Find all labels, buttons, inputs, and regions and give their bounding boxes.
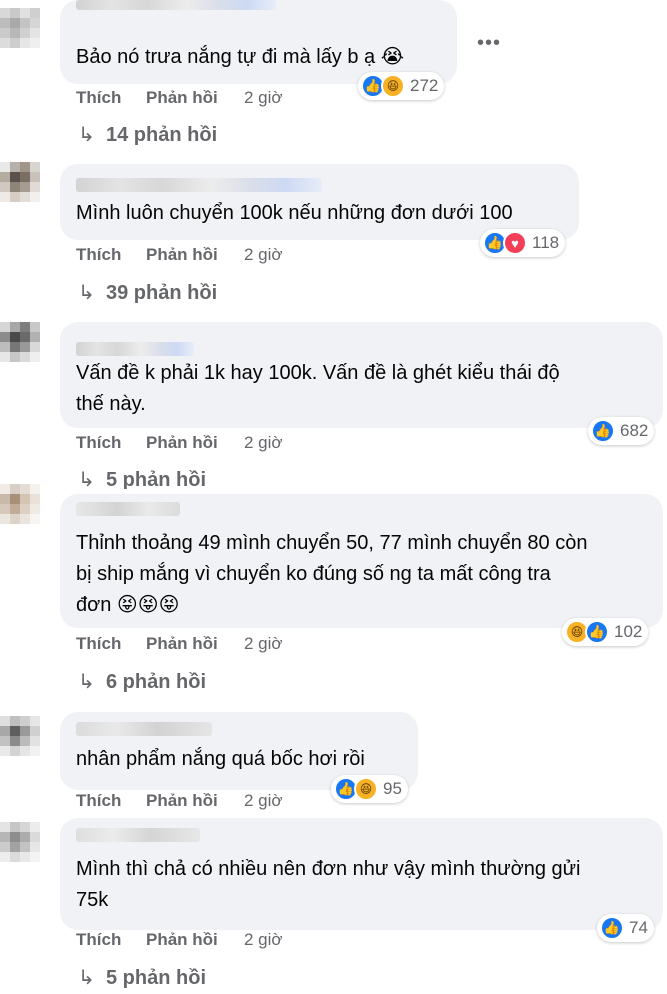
author-name-blurred[interactable] bbox=[76, 502, 180, 516]
comment-actions: Thích Phản hồi 2 giờ bbox=[76, 88, 283, 108]
comment-text: Bảo nó trưa nắng tự đi mà lấy b ạ 😭 bbox=[76, 46, 405, 68]
reaction-summary[interactable]: 👍 74 bbox=[597, 914, 654, 942]
comment-actions: Thích Phản hồi 2 giờ bbox=[76, 791, 283, 811]
more-options-icon[interactable]: ••• bbox=[477, 32, 501, 55]
author-name-blurred[interactable] bbox=[76, 722, 212, 736]
reaction-count: 682 bbox=[620, 421, 649, 440]
like-button[interactable]: Thích bbox=[76, 433, 146, 453]
reply-arrow-icon: ↳ bbox=[78, 282, 95, 304]
author-name-blurred[interactable] bbox=[76, 178, 322, 192]
timestamp[interactable]: 2 giờ bbox=[244, 634, 283, 654]
reaction-summary[interactable]: 👍 😆 95 bbox=[331, 775, 408, 803]
reply-arrow-icon: ↳ bbox=[78, 469, 95, 489]
reaction-count: 95 bbox=[383, 779, 402, 798]
reply-button[interactable]: Phản hồi bbox=[146, 791, 244, 811]
avatar[interactable] bbox=[0, 162, 40, 202]
reaction-summary[interactable]: 😆 👍 102 bbox=[562, 618, 649, 646]
view-replies-link[interactable]: ↳ 5 phản hồi bbox=[78, 467, 206, 489]
like-button[interactable]: Thích bbox=[76, 930, 146, 950]
comment-bubble: Thỉnh thoảng 49 mình chuyển 50, 77 mình … bbox=[60, 494, 663, 628]
reaction-count: 102 bbox=[614, 622, 643, 641]
like-icon: 👍 bbox=[600, 916, 624, 940]
view-replies-link[interactable]: ↳ 14 phản hồi bbox=[78, 122, 217, 147]
view-replies-link[interactable]: ↳ 5 phản hồi bbox=[78, 965, 206, 990]
comment-text: Mình thì chả có nhiều nên đơn như vậy mì… bbox=[76, 858, 581, 911]
comment-text: Vấn đề k phải 1k hay 100k. Vấn đề là ghé… bbox=[76, 362, 560, 415]
timestamp[interactable]: 2 giờ bbox=[244, 88, 283, 108]
comment-text: nhân phẩm nắng quá bốc hơi rồi bbox=[76, 748, 365, 770]
reaction-summary[interactable]: 👍 ♥ 118 bbox=[480, 229, 566, 257]
reaction-summary[interactable]: 👍 682 bbox=[588, 417, 655, 445]
comment-actions: Thích Phản hồi 2 giờ bbox=[76, 930, 283, 950]
author-name-blurred[interactable] bbox=[76, 828, 200, 842]
haha-icon: 😆 bbox=[354, 777, 378, 801]
reply-button[interactable]: Phản hồi bbox=[146, 634, 244, 654]
like-button[interactable]: Thích bbox=[76, 634, 146, 654]
avatar[interactable] bbox=[0, 8, 40, 48]
comment-bubble: Mình thì chả có nhiều nên đơn như vậy mì… bbox=[60, 818, 663, 930]
timestamp[interactable]: 2 giờ bbox=[244, 791, 283, 811]
avatar[interactable] bbox=[0, 484, 40, 524]
author-name-blurred[interactable] bbox=[76, 0, 276, 10]
like-icon: 👍 bbox=[585, 620, 609, 644]
reply-button[interactable]: Phản hồi bbox=[146, 245, 244, 265]
reaction-count: 272 bbox=[410, 76, 439, 95]
timestamp[interactable]: 2 giờ bbox=[244, 433, 283, 453]
reply-button[interactable]: Phản hồi bbox=[146, 433, 244, 453]
comment-actions: Thích Phản hồi 2 giờ bbox=[76, 245, 283, 265]
reply-arrow-icon: ↳ bbox=[78, 124, 95, 146]
reply-button[interactable]: Phản hồi bbox=[146, 930, 244, 950]
view-replies-link[interactable]: ↳ 6 phản hồi bbox=[78, 669, 206, 694]
reaction-count: 118 bbox=[532, 233, 560, 252]
comment-actions: Thích Phản hồi 2 giờ bbox=[76, 634, 283, 654]
comment-text: Mình luôn chuyển 100k nếu những đơn dưới… bbox=[76, 202, 513, 224]
timestamp[interactable]: 2 giờ bbox=[244, 930, 283, 950]
timestamp[interactable]: 2 giờ bbox=[244, 245, 283, 265]
love-icon: ♥ bbox=[503, 231, 527, 255]
comment-bubble: Vấn đề k phải 1k hay 100k. Vấn đề là ghé… bbox=[60, 322, 663, 428]
like-button[interactable]: Thích bbox=[76, 245, 146, 265]
view-replies-link[interactable]: ↳ 39 phản hồi bbox=[78, 280, 217, 305]
haha-icon: 😆 bbox=[381, 74, 405, 98]
avatar[interactable] bbox=[0, 716, 40, 756]
reply-button[interactable]: Phản hồi bbox=[146, 88, 244, 108]
avatar[interactable] bbox=[0, 822, 40, 862]
reply-arrow-icon: ↳ bbox=[78, 671, 95, 693]
author-name-blurred[interactable] bbox=[76, 342, 194, 356]
comment-text: Thỉnh thoảng 49 mình chuyển 50, 77 mình … bbox=[76, 532, 588, 616]
reaction-summary[interactable]: 👍 😆 272 bbox=[358, 72, 445, 100]
like-icon: 👍 bbox=[591, 419, 615, 443]
reaction-count: 74 bbox=[629, 918, 648, 937]
comment-actions: Thích Phản hồi 2 giờ bbox=[76, 433, 283, 453]
avatar[interactable] bbox=[0, 322, 40, 362]
like-button[interactable]: Thích bbox=[76, 88, 146, 108]
like-button[interactable]: Thích bbox=[76, 791, 146, 811]
reply-arrow-icon: ↳ bbox=[78, 967, 95, 989]
